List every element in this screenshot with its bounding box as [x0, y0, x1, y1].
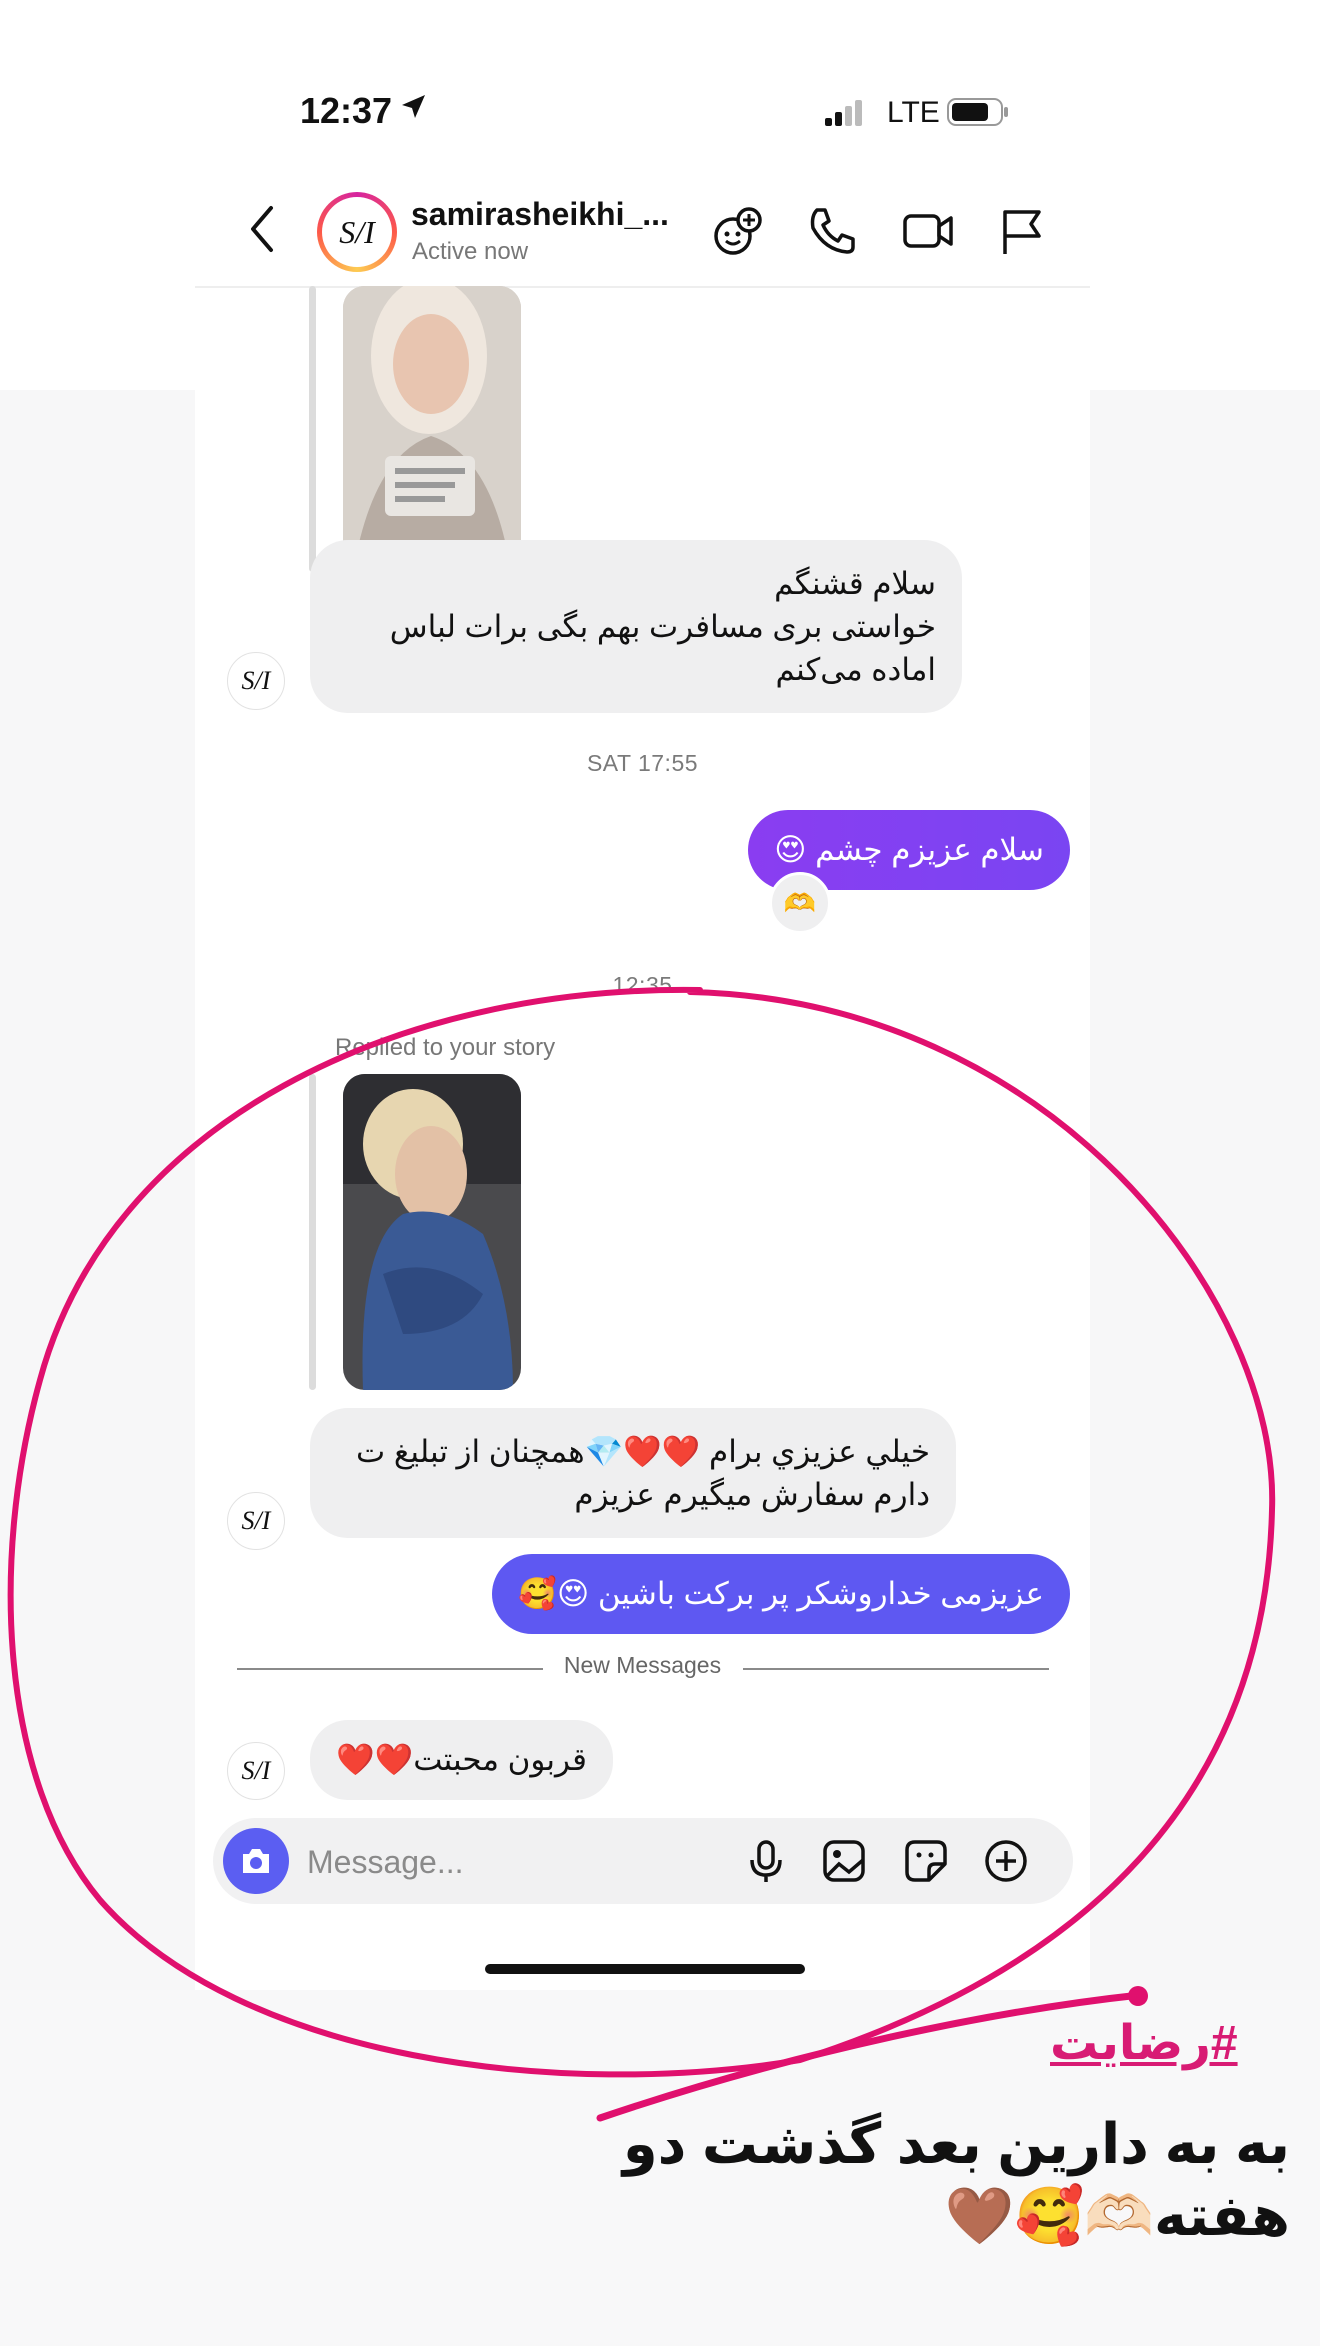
- contact-avatar-small[interactable]: S/I: [227, 1492, 285, 1550]
- message-incoming[interactable]: قربون محبتت❤️❤️: [310, 1720, 613, 1800]
- add-effect-icon[interactable]: [711, 204, 765, 258]
- battery-icon: [947, 98, 1008, 126]
- story-thumbnail-1[interactable]: [343, 286, 521, 572]
- sticker-icon[interactable]: [903, 1838, 949, 1884]
- message-composer: [213, 1818, 1073, 1904]
- story-thumbnail-2[interactable]: [343, 1074, 521, 1390]
- story-caption: به به دارین بعد گذشت دو هفته🫶🏻🥰🤎: [622, 2112, 1290, 2247]
- timestamp: SAT 17:55: [586, 750, 699, 776]
- contact-avatar-small[interactable]: S/I: [227, 1742, 285, 1800]
- contact-avatar[interactable]: S/I: [317, 192, 397, 272]
- message-outgoing[interactable]: عزیزمی خداروشکر پر برکت باشین 😍🥰: [492, 1554, 1070, 1634]
- back-arrow-icon[interactable]: [247, 202, 277, 256]
- video-call-icon[interactable]: [901, 204, 955, 258]
- home-indicator: [485, 1964, 805, 1974]
- location-arrow-icon: [402, 95, 425, 118]
- message-reaction[interactable]: 🫶: [769, 872, 831, 934]
- flag-icon[interactable]: [995, 204, 1049, 258]
- phone-icon[interactable]: [805, 204, 859, 258]
- contact-status: Active now: [412, 238, 529, 265]
- status-time: 12:37: [300, 90, 393, 131]
- message-incoming[interactable]: خيلي عزيزي برام ❤️❤️💎همچنان از تبليغ ت د…: [310, 1408, 956, 1538]
- divider: [743, 1668, 1049, 1670]
- signal-icon: [825, 100, 862, 126]
- message-input[interactable]: [305, 1836, 709, 1888]
- timestamp: 12:35: [612, 972, 673, 998]
- story-reply-bar: [309, 1074, 316, 1390]
- contact-avatar-small[interactable]: S/I: [227, 652, 285, 710]
- conversation-header: S/I samirasheikhi_... Active now: [195, 176, 1090, 288]
- replied-to-story-label: Replied to your story: [335, 1034, 556, 1061]
- message-incoming[interactable]: سلام قشنگم خواستی بری مسافرت بهم بگی برا…: [310, 540, 962, 713]
- microphone-icon[interactable]: [743, 1838, 789, 1884]
- network-label: LTE: [887, 96, 940, 129]
- gallery-icon[interactable]: [821, 1838, 867, 1884]
- camera-icon: [243, 1849, 269, 1873]
- story-photo-1: [343, 286, 521, 572]
- hashtag-label: #رضایت: [1050, 2017, 1238, 2070]
- avatar-initials: S/I: [322, 197, 392, 267]
- plus-circle-icon[interactable]: [983, 1838, 1029, 1884]
- contact-name[interactable]: samirasheikhi_...: [411, 196, 669, 233]
- camera-button[interactable]: [223, 1828, 289, 1894]
- story-photo-2: [343, 1074, 521, 1390]
- dm-screenshot: 12:37 LTE S/I samirasheikhi_... Active n…: [195, 48, 1090, 1990]
- new-messages-label: New Messages: [563, 1652, 722, 1678]
- story-reply-bar: [309, 286, 316, 572]
